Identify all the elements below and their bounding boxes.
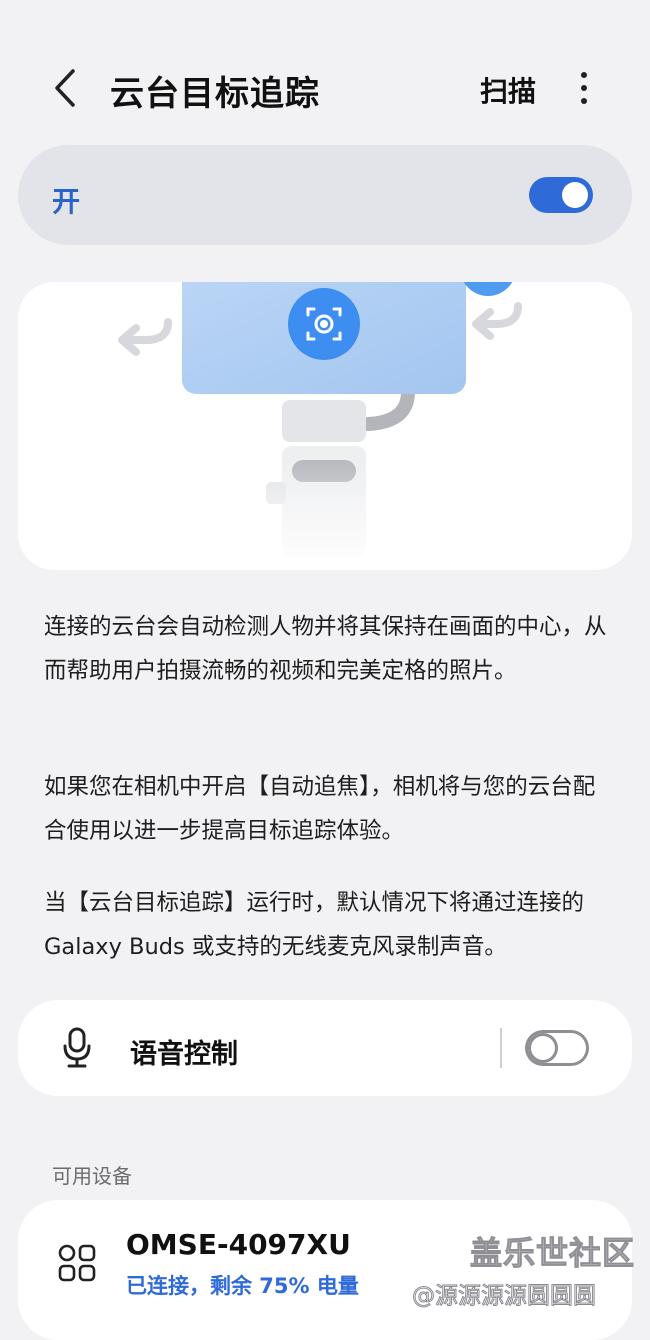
- description-paragraph-3: 当【云台目标追踪】运行时，默认情况下将通过连接的 Galaxy Buds 或支持…: [44, 890, 585, 960]
- back-button[interactable]: [40, 62, 88, 114]
- chevron-left-icon: [55, 69, 75, 107]
- more-options-button[interactable]: [566, 66, 602, 110]
- page-title: 云台目标追踪: [110, 74, 320, 114]
- gimbal-illustration: [18, 282, 632, 570]
- watermark-author: @源源源源圆圆圆: [412, 1283, 597, 1310]
- microphone-icon: [58, 1026, 98, 1070]
- description-paragraph-2: 如果您在相机中开启【自动追焦】，相机将与您的云台配合使用以进一步提高目标追踪体验…: [44, 774, 596, 844]
- device-name: OMSE-4097XU: [126, 1228, 351, 1261]
- device-status: 已连接，剩余 75% 电量: [126, 1274, 359, 1298]
- available-devices-header: 可用设备: [52, 1164, 132, 1188]
- divider: [500, 1028, 502, 1068]
- gimbal-illustration-image: [18, 282, 632, 570]
- more-vertical-icon: [581, 72, 587, 78]
- master-switch-label: 开: [52, 185, 81, 218]
- voice-control-label: 语音控制: [130, 1039, 238, 1070]
- scan-button[interactable]: 扫描: [480, 70, 536, 110]
- voice-control-toggle[interactable]: [525, 1030, 589, 1066]
- watermark-title: 盖乐世社区: [469, 1234, 636, 1273]
- device-grid-icon: [58, 1244, 96, 1282]
- master-toggle[interactable]: [529, 177, 593, 213]
- description-paragraph-1: 连接的云台会自动检测人物并将其保持在画面的中心，从而帮助用户拍摄流畅的视频和完美…: [44, 614, 607, 684]
